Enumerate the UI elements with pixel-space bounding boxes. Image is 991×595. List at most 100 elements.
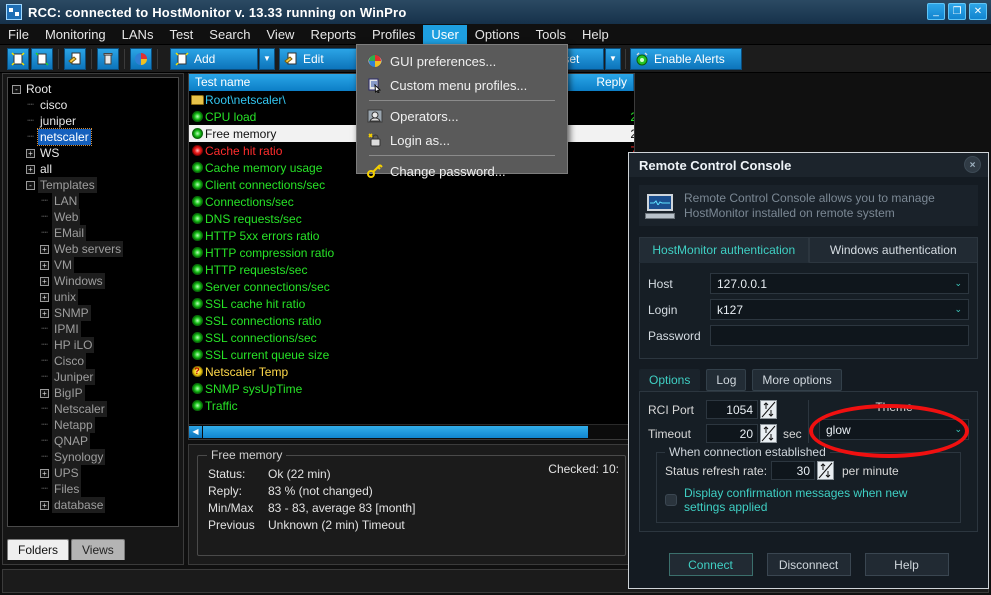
add-button[interactable]: Add: [170, 47, 258, 70]
host-input[interactable]: 127.0.0.1 ⌄: [710, 273, 969, 294]
menu-item-gui-preferences[interactable]: GUI preferences...: [357, 49, 567, 73]
reset-dropdown-arrow[interactable]: ▼: [605, 47, 621, 70]
help-button[interactable]: Help: [864, 553, 949, 576]
menu-search[interactable]: Search: [201, 25, 258, 44]
refresh-rate-input[interactable]: 30: [771, 461, 815, 480]
expand-toggle-icon[interactable]: +: [40, 388, 49, 398]
palette-icon[interactable]: [130, 47, 152, 70]
tree-item-synology[interactable]: ┈ Synology: [8, 449, 178, 465]
rci-port-input[interactable]: 1054: [706, 400, 758, 419]
tree-item-root[interactable]: - Root: [8, 81, 178, 97]
chevron-down-icon[interactable]: ⌄: [954, 278, 962, 289]
tree-item-database[interactable]: + database: [8, 497, 178, 513]
edit-test-icon[interactable]: [64, 47, 86, 70]
collapse-toggle-icon[interactable]: -: [26, 180, 35, 190]
tree-item-cisco[interactable]: ┈ cisco: [8, 97, 178, 113]
scroll-left-arrow[interactable]: ◀: [189, 426, 202, 438]
login-input[interactable]: k127 ⌄: [710, 299, 969, 320]
menu-reports[interactable]: Reports: [302, 25, 364, 44]
tab-log[interactable]: Log: [706, 369, 747, 391]
tree-item-files[interactable]: ┈ Files: [8, 481, 178, 497]
tab-options[interactable]: Options: [639, 369, 701, 391]
tree-item-vm[interactable]: + VM: [8, 257, 178, 273]
chevron-down-icon[interactable]: ⌄: [954, 424, 962, 435]
rci-port-stepper[interactable]: [760, 400, 777, 419]
tab-windows-authentication[interactable]: Windows authentication: [808, 237, 978, 263]
tree-item-ups[interactable]: + UPS: [8, 465, 178, 481]
tree-item-ipmi[interactable]: ┈ IPMI: [8, 321, 178, 337]
table-row[interactable]: ?Netscaler TempUnknown: [189, 363, 634, 380]
dialog-close-button[interactable]: ×: [964, 156, 981, 173]
enable-alerts-button[interactable]: Enable Alerts: [630, 47, 742, 70]
theme-select[interactable]: glow ⌄: [819, 419, 969, 440]
tree-item-netscaler[interactable]: ┈ netscaler: [8, 128, 178, 146]
menu-tools[interactable]: Tools: [528, 25, 574, 44]
tab-more-options[interactable]: More options: [752, 369, 842, 391]
expand-toggle-icon[interactable]: +: [40, 244, 49, 254]
expand-toggle-icon[interactable]: +: [40, 292, 49, 302]
table-row[interactable]: Server connections/secOk: [189, 278, 634, 295]
tree-item-snmp[interactable]: + SNMP: [8, 305, 178, 321]
tree-item-lan[interactable]: ┈ LAN: [8, 193, 178, 209]
table-row[interactable]: DNS requests/secOk: [189, 210, 634, 227]
timeout-stepper[interactable]: [760, 424, 777, 443]
connect-button[interactable]: Connect: [668, 553, 753, 576]
table-row[interactable]: SNMP sysUpTimeOk: [189, 380, 634, 397]
menu-item-operators[interactable]: Operators...: [357, 104, 567, 128]
menu-user[interactable]: User: [423, 24, 467, 44]
menu-item-custom-menu-profiles[interactable]: Custom menu profiles...: [357, 73, 567, 97]
table-row[interactable]: SSL cache hit ratioOk: [189, 295, 634, 312]
tree-item-web-servers[interactable]: + Web servers: [8, 241, 178, 257]
timeout-input[interactable]: 20: [706, 424, 758, 443]
tree-item-email[interactable]: ┈ EMail: [8, 225, 178, 241]
menu-lans[interactable]: LANs: [114, 25, 162, 44]
edit-button[interactable]: Edit: [279, 47, 359, 70]
tree-item-hp-ilo[interactable]: ┈ HP iLO: [8, 337, 178, 353]
delete-test-icon[interactable]: [97, 47, 119, 70]
menu-test[interactable]: Test: [161, 25, 201, 44]
expand-toggle-icon[interactable]: +: [40, 500, 49, 510]
confirm-messages-row[interactable]: Display confirmation messages when new s…: [665, 486, 952, 514]
add-dropdown-arrow[interactable]: ▼: [259, 47, 275, 70]
minimize-button[interactable]: _: [927, 3, 945, 20]
menu-help[interactable]: Help: [574, 25, 617, 44]
tab-folders[interactable]: Folders: [7, 539, 70, 560]
tree-item-ws[interactable]: + WS: [8, 145, 178, 161]
copy-test-icon[interactable]: [31, 47, 53, 70]
expand-toggle-icon[interactable]: +: [26, 164, 35, 174]
maximize-button[interactable]: ❐: [948, 3, 966, 20]
tree-item-windows[interactable]: + Windows: [8, 273, 178, 289]
table-row[interactable]: Connections/secOk: [189, 193, 634, 210]
menu-item-login-as[interactable]: Login as...: [357, 128, 567, 152]
table-row[interactable]: TrafficOk: [189, 397, 634, 414]
tree-item-templates[interactable]: - Templates: [8, 177, 178, 193]
refresh-rate-stepper[interactable]: [817, 461, 834, 480]
expand-toggle-icon[interactable]: +: [26, 148, 35, 158]
horizontal-scrollbar[interactable]: ◀: [189, 424, 634, 439]
tab-views[interactable]: Views: [71, 539, 125, 560]
table-row[interactable]: SSL connections ratioOk: [189, 312, 634, 329]
password-input[interactable]: [710, 325, 969, 346]
new-test-icon[interactable]: [7, 47, 29, 70]
table-row[interactable]: SSL connections/secOk: [189, 329, 634, 346]
tree-item-cisco[interactable]: ┈ Cisco: [8, 353, 178, 369]
tree-item-qnap[interactable]: ┈ QNAP: [8, 433, 178, 449]
table-row[interactable]: SSL current queue sizeOk: [189, 346, 634, 363]
tree-item-juniper[interactable]: ┈ juniper: [8, 113, 178, 129]
scroll-thumb[interactable]: [203, 426, 588, 438]
table-row[interactable]: HTTP requests/secOk: [189, 261, 634, 278]
expand-toggle-icon[interactable]: +: [40, 260, 49, 270]
menu-monitoring[interactable]: Monitoring: [37, 25, 114, 44]
close-button[interactable]: ✕: [969, 3, 987, 20]
tree-item-juniper[interactable]: ┈ Juniper: [8, 369, 178, 385]
menu-file[interactable]: File: [0, 25, 37, 44]
expand-toggle-icon[interactable]: +: [40, 468, 49, 478]
tab-hostmonitor-authentication[interactable]: HostMonitor authentication: [639, 237, 809, 263]
menu-profiles[interactable]: Profiles: [364, 25, 423, 44]
tree-item-web[interactable]: ┈ Web: [8, 209, 178, 225]
table-row[interactable]: HTTP 5xx errors ratioOk: [189, 227, 634, 244]
confirm-messages-checkbox[interactable]: [665, 494, 677, 506]
chevron-down-icon[interactable]: ⌄: [954, 304, 962, 315]
disconnect-button[interactable]: Disconnect: [766, 553, 851, 576]
expand-toggle-icon[interactable]: +: [40, 276, 49, 286]
